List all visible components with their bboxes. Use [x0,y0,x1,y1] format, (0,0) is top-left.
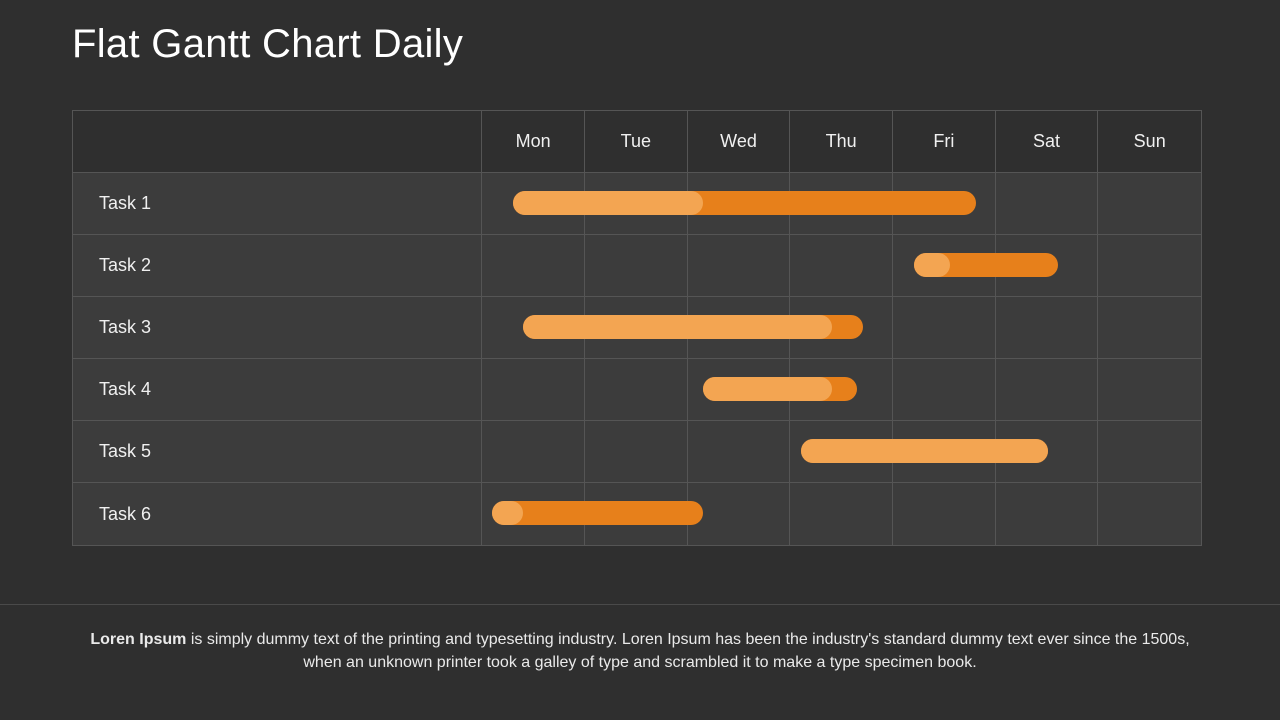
header-day: Sun [1098,111,1201,173]
gantt-cell [996,359,1099,421]
gantt-cell [790,483,893,545]
gantt-body: Task 1 Task 2 Task 3 Task 4 Task 5 Task … [73,173,1201,545]
gantt-cell [688,173,791,235]
gantt-row: Task 4 [73,359,1201,421]
gantt-cell [893,483,996,545]
gantt-cell [893,297,996,359]
task-label: Task 4 [73,359,482,421]
header-day: Wed [688,111,791,173]
gantt-cell [1098,235,1201,297]
gantt-cell [1098,173,1201,235]
gantt-cell [996,235,1099,297]
gantt-cell [585,359,688,421]
gantt-cell [482,297,585,359]
gantt-row: Task 3 [73,297,1201,359]
gantt-row: Task 2 [73,235,1201,297]
header-day: Fri [893,111,996,173]
gantt-cell [688,359,791,421]
page-title: Flat Gantt Chart Daily [72,22,463,67]
gantt-cell [996,421,1099,483]
gantt-cell [893,359,996,421]
gantt-cell [482,421,585,483]
gantt-cell [996,483,1099,545]
task-label: Task 5 [73,421,482,483]
gantt-cell [1098,421,1201,483]
gantt-cell [688,235,791,297]
gantt-cell [585,421,688,483]
task-label: Task 6 [73,483,482,545]
gantt-cell [585,483,688,545]
gantt-cell [1098,359,1201,421]
gantt-cell [1098,483,1201,545]
gantt-cell [790,235,893,297]
gantt-cell [1098,297,1201,359]
gantt-cell [790,297,893,359]
gantt-cell [893,235,996,297]
gantt-cell [996,173,1099,235]
task-label: Task 2 [73,235,482,297]
gantt-cell [482,173,585,235]
gantt-cell [996,297,1099,359]
header-day: Mon [482,111,585,173]
gantt-cell [790,173,893,235]
gantt-row: Task 5 [73,421,1201,483]
task-label: Task 3 [73,297,482,359]
gantt-row: Task 1 [73,173,1201,235]
header-day: Thu [790,111,893,173]
header-task-blank [73,111,482,173]
gantt-cell [790,421,893,483]
gantt-header-row: Mon Tue Wed Thu Fri Sat Sun [73,111,1201,173]
gantt-cell [482,483,585,545]
gantt-cell [482,359,585,421]
header-day: Tue [585,111,688,173]
gantt-cell [585,235,688,297]
gantt-cell [893,173,996,235]
footer-rest: is simply dummy text of the printing and… [186,631,1189,671]
footer-lead: Loren Ipsum [90,631,186,648]
gantt-cell [790,359,893,421]
footer-text: Loren Ipsum is simply dummy text of the … [80,628,1200,674]
gantt-row: Task 6 [73,483,1201,545]
gantt-cell [482,235,585,297]
gantt-cell [688,421,791,483]
footer-divider [0,604,1280,605]
gantt-cell [688,297,791,359]
gantt-chart: Mon Tue Wed Thu Fri Sat Sun Task 1 Task … [72,110,1202,546]
gantt-cell [688,483,791,545]
task-label: Task 1 [73,173,482,235]
header-day: Sat [996,111,1099,173]
gantt-cell [585,173,688,235]
gantt-cell [585,297,688,359]
gantt-cell [893,421,996,483]
